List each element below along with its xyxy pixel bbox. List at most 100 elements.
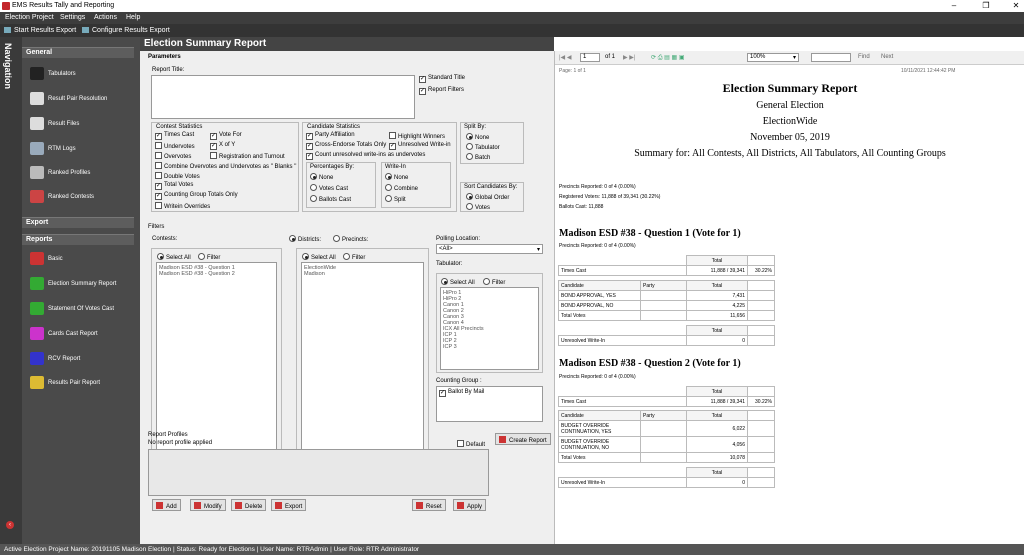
contests-filter-radio[interactable]: Filter bbox=[198, 253, 220, 261]
nav-item-statement-of-votes-cast[interactable]: Statement Of Votes Cast bbox=[30, 302, 134, 318]
find-link[interactable]: Find bbox=[858, 54, 870, 60]
find-input[interactable] bbox=[811, 53, 851, 62]
tabulator-filter-radio[interactable]: Filter bbox=[483, 278, 505, 286]
create-report-button[interactable]: Create Report bbox=[495, 433, 551, 445]
next-link[interactable]: Next bbox=[881, 54, 893, 60]
wi-none-radio[interactable]: None bbox=[385, 173, 408, 181]
report-filters-checkbox[interactable]: ✓ Report Filters bbox=[419, 87, 464, 95]
nav-section-reports[interactable]: Reports bbox=[22, 234, 134, 245]
list-item[interactable]: Madison bbox=[304, 271, 421, 277]
nav-item-tabulators[interactable]: Tabulators bbox=[30, 67, 134, 83]
districts-filter-group: Select All Filter ElectionWide Madison bbox=[296, 248, 429, 466]
counting-group-totals-checkbox[interactable]: ✓ Counting Group Totals Only bbox=[155, 192, 238, 200]
refresh-icon[interactable]: ⟳ ⎙ ▤ ▦ ▣ bbox=[651, 54, 685, 62]
districts-select-all-radio[interactable]: Select All bbox=[302, 253, 336, 261]
nav-item-result-files[interactable]: Result Files bbox=[30, 117, 134, 133]
nav-item-result-pair-resolution[interactable]: Result Pair Resolution bbox=[30, 92, 134, 108]
nav-item-ranked-profiles[interactable]: Ranked Profiles bbox=[30, 166, 134, 182]
start-results-export-button[interactable]: Start Results Export bbox=[4, 27, 76, 34]
parameters-label: Parameters bbox=[148, 54, 181, 60]
menu-settings[interactable]: Settings bbox=[60, 14, 85, 21]
table-header: Candidate bbox=[558, 280, 641, 291]
minimize-icon[interactable]: – bbox=[948, 1, 960, 11]
page-number-input[interactable]: 1 bbox=[580, 53, 600, 62]
wi-split-radio[interactable]: Split bbox=[385, 195, 406, 203]
districts-filter-radio[interactable]: Filter bbox=[343, 253, 365, 261]
vote-for-checkbox[interactable]: ✓ Vote For bbox=[210, 132, 242, 140]
table-row: Total Votes 11,656 bbox=[558, 310, 775, 321]
undervotes-checkbox[interactable]: Undervotes bbox=[155, 142, 195, 150]
count-unresolved-checkbox[interactable]: ✓ Count unresolved write-ins as undervote… bbox=[306, 152, 425, 160]
report-title-input[interactable] bbox=[151, 75, 415, 119]
nav-item-results-pair-report[interactable]: Results Pair Report bbox=[30, 376, 134, 392]
report-profiles-list[interactable] bbox=[148, 449, 489, 496]
overvotes-checkbox[interactable]: Overvotes bbox=[155, 152, 191, 160]
double-votes-checkbox[interactable]: Double Votes bbox=[155, 172, 200, 180]
precincts-radio[interactable]: Precincts: bbox=[333, 235, 368, 243]
delete-button[interactable]: Delete bbox=[231, 499, 267, 511]
nav-item-cards-cast-report[interactable]: Cards Cast Report bbox=[30, 327, 134, 343]
configure-results-export-button[interactable]: Configure Results Export bbox=[82, 27, 170, 34]
menu-election-project[interactable]: Election Project bbox=[5, 14, 54, 21]
wi-combine-radio[interactable]: Combine bbox=[385, 184, 418, 192]
writein-overrides-checkbox[interactable]: Writein Overrides bbox=[155, 202, 210, 210]
sort-global-order-radio[interactable]: Global Order bbox=[466, 193, 509, 201]
unresolved-writein-checkbox[interactable]: ✓ Unresolved Write-in bbox=[389, 142, 451, 150]
highlight-winners-checkbox[interactable]: Highlight Winners bbox=[389, 132, 445, 140]
sort-candidates-group: Sort Candidates By: Global Order Votes bbox=[460, 182, 524, 212]
total-votes-checkbox[interactable]: ✓ Total Votes bbox=[155, 182, 193, 190]
modify-button[interactable]: Modify bbox=[190, 499, 226, 511]
nav-item-election-summary-report[interactable]: Election Summary Report bbox=[30, 277, 134, 293]
chevron-down-icon: ▾ bbox=[792, 55, 796, 61]
nav-item-rtm-logs[interactable]: RTM Logs bbox=[30, 142, 134, 158]
combine-blanks-checkbox[interactable]: Combine Overvotes and Undervotes as " Bl… bbox=[155, 162, 296, 170]
unresolved-table: Total Unresolved Write-In 0 bbox=[558, 325, 775, 346]
polling-location-select[interactable]: <All> ▾ bbox=[436, 244, 543, 254]
sort-votes-radio[interactable]: Votes bbox=[466, 203, 490, 211]
nav-item-rcv-report[interactable]: RCV Report bbox=[30, 352, 134, 368]
contest-statistics-group: Contest Statistics ✓ Times Cast ✓ Vote For… bbox=[151, 122, 299, 212]
table-cell: 30.22% bbox=[747, 265, 775, 276]
times-cast-checkbox[interactable]: ✓ Times Cast bbox=[155, 132, 194, 140]
split-tabulator-radio[interactable]: Tabulator bbox=[466, 143, 500, 151]
registration-turnout-checkbox[interactable]: Registration and Turnout bbox=[210, 152, 285, 160]
collapse-icon[interactable]: ‹ bbox=[6, 521, 14, 529]
nav-section-general[interactable]: General bbox=[22, 47, 134, 58]
party-affiliation-checkbox[interactable]: ✓ Party Affiliation bbox=[306, 132, 355, 140]
reset-button[interactable]: Reset bbox=[412, 499, 446, 511]
x-of-y-checkbox[interactable]: ✓ X of Y bbox=[210, 142, 235, 150]
zoom-select[interactable]: 100% ▾ bbox=[747, 53, 799, 62]
nav-section-export[interactable]: Export bbox=[22, 217, 134, 228]
apply-button[interactable]: Apply bbox=[453, 499, 487, 511]
tabulator-list[interactable]: HiPro 1 HiPro 2 Canon 1 Canon 2 Canon 3 … bbox=[440, 287, 539, 370]
standard-title-checkbox[interactable]: ✓ Standard Title bbox=[419, 75, 465, 83]
contest-icon bbox=[30, 190, 44, 203]
pct-ballots-cast-radio[interactable]: Ballots Cast bbox=[310, 195, 351, 203]
default-checkbox[interactable]: Default bbox=[457, 440, 485, 448]
contest-title: Madison ESD #38 - Question 1 (Vote for 1… bbox=[559, 228, 741, 239]
list-item[interactable]: ICP 3 bbox=[443, 344, 536, 350]
next-page-icon[interactable]: ▶ ▶| bbox=[623, 54, 635, 61]
districts-radio[interactable]: Districts: bbox=[289, 235, 321, 243]
export-button[interactable]: Export bbox=[271, 499, 307, 511]
close-icon[interactable]: ✕ bbox=[1010, 1, 1022, 11]
districts-list[interactable]: ElectionWide Madison bbox=[301, 262, 424, 461]
menu-actions[interactable]: Actions bbox=[94, 14, 117, 21]
cross-endorse-checkbox[interactable]: ✓ Cross-Endorse Totals Only bbox=[306, 142, 386, 150]
ballot-by-mail-checkbox[interactable]: ✓ Ballot By Mail bbox=[439, 389, 484, 397]
tabulator-select-all-radio[interactable]: Select All bbox=[441, 278, 475, 286]
split-none-radio[interactable]: None bbox=[466, 133, 489, 141]
nav-item-ranked-contests[interactable]: Ranked Contests bbox=[30, 190, 134, 206]
split-batch-radio[interactable]: Batch bbox=[466, 153, 490, 161]
maximize-icon[interactable]: ❐ bbox=[980, 1, 992, 11]
pct-votes-cast-radio[interactable]: Votes Cast bbox=[310, 184, 348, 192]
first-page-icon[interactable]: |◀ ◀ bbox=[559, 54, 571, 61]
list-item[interactable]: Madison ESD #38 - Question 2 bbox=[159, 271, 274, 277]
nav-item-basic[interactable]: Basic bbox=[30, 252, 134, 268]
pct-none-radio[interactable]: None bbox=[310, 173, 333, 181]
menu-help[interactable]: Help bbox=[126, 14, 140, 21]
times-cast-table: Total Times Cast 11,888 / 39,341 30.22% bbox=[558, 386, 775, 407]
contests-select-all-radio[interactable]: Select All bbox=[157, 253, 191, 261]
counting-group-list[interactable]: ✓ Ballot By Mail bbox=[436, 386, 543, 422]
add-button[interactable]: Add bbox=[152, 499, 181, 511]
